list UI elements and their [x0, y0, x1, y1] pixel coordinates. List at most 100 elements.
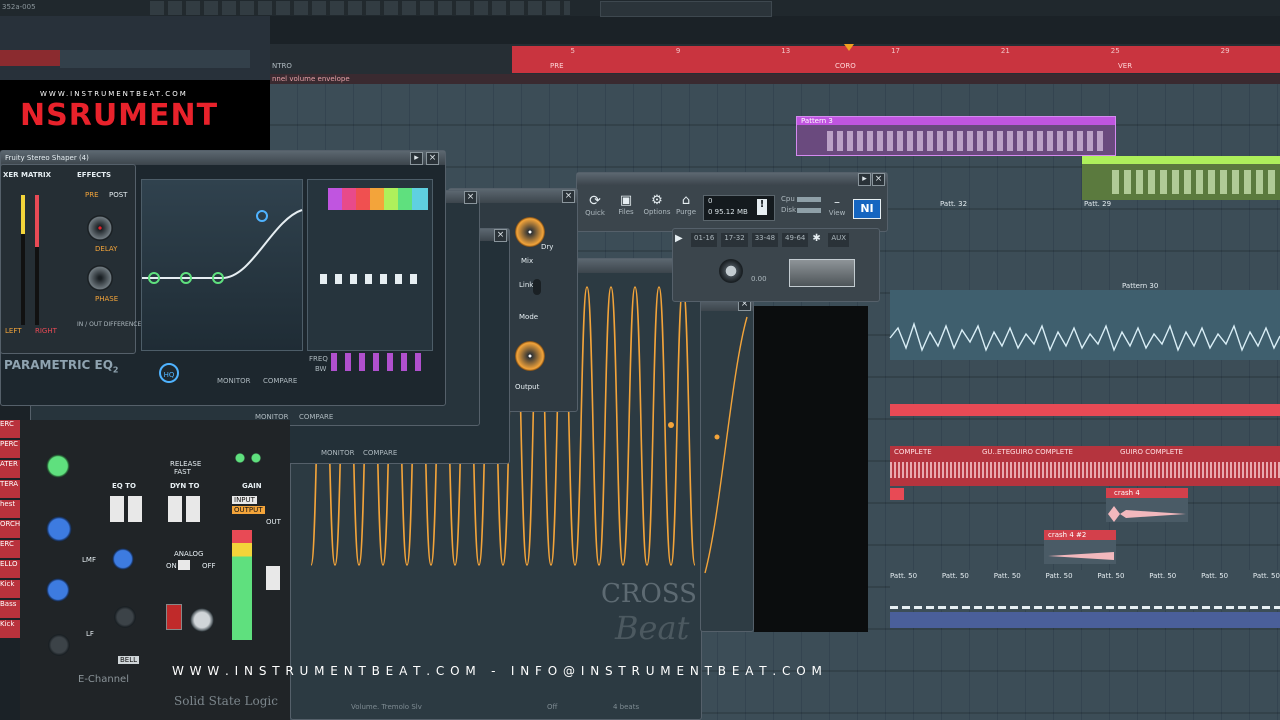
eq-curve [142, 209, 303, 284]
close-button[interactable]: × [562, 190, 575, 203]
options-button[interactable]: ⚙ Options [643, 193, 671, 223]
blue-knob-lf[interactable] [46, 578, 70, 602]
audio-clip-row-complete[interactable]: COMPLETE GU..ETE GUIRO COMPLETE GUIRO CO… [890, 446, 1280, 486]
close-button[interactable]: × [464, 191, 477, 204]
phase-knob[interactable] [87, 265, 113, 291]
audio-clip-row-1[interactable]: Pattern 30 [889, 282, 1280, 360]
side-track[interactable]: ELLO [0, 560, 20, 578]
options-label: Options [643, 208, 671, 216]
dyn-to-buttons[interactable] [168, 496, 200, 522]
side-track[interactable]: ERC [0, 420, 20, 438]
output-label[interactable]: OUTPUT [232, 506, 265, 514]
green-knob[interactable] [46, 454, 70, 478]
link-toggle[interactable] [533, 279, 541, 295]
level-knob[interactable] [719, 259, 743, 283]
files-button[interactable]: ▣ Files [613, 193, 639, 223]
envelope-plugin-window[interactable]: × [700, 296, 754, 632]
ni-badge[interactable]: NI [853, 199, 881, 219]
side-track[interactable]: ERC [0, 540, 20, 558]
side-track[interactable]: PERC [0, 440, 20, 458]
fader[interactable] [266, 566, 280, 590]
browser-item[interactable] [60, 50, 250, 68]
close-button[interactable]: × [494, 229, 507, 242]
small-red-clip[interactable] [890, 488, 904, 500]
red-button[interactable] [166, 604, 182, 630]
pattern-clip-lime[interactable] [1082, 156, 1280, 200]
window-menu-button[interactable]: ▸ [858, 173, 871, 186]
close-button[interactable]: × [872, 173, 885, 186]
synth-plugin-window[interactable]: ▶ 01-16 17-32 33-48 49-64 ✱ AUX 0.00 [672, 228, 880, 302]
blue-knob-lmf[interactable] [112, 548, 134, 570]
eq-to-buttons[interactable] [110, 496, 142, 522]
files-label: Files [618, 208, 634, 216]
eq-name: PARAMETRIC EQ [4, 358, 113, 372]
window-titlebar[interactable] [577, 173, 887, 185]
level-meter [232, 530, 252, 640]
crash-clip-2[interactable]: crash 4 #2 [1044, 530, 1116, 564]
close-button[interactable]: × [426, 152, 439, 165]
output-knob[interactable] [190, 608, 214, 632]
level-display [789, 259, 855, 287]
marker-pre[interactable]: PRE [550, 62, 564, 70]
marker-ver[interactable]: VER [1118, 62, 1132, 70]
range-tabs: ▶ 01-16 17-32 33-48 49-64 ✱ AUX [675, 233, 875, 247]
play-icon[interactable]: ▶ [675, 233, 687, 245]
level-readout: 0.00 [751, 275, 767, 283]
side-track[interactable]: ORCH [0, 520, 20, 538]
clip-patt-29[interactable]: Patt. 29 [1084, 200, 1111, 208]
black-knob-lf[interactable] [48, 634, 70, 656]
hq-button[interactable]: HQ [159, 363, 179, 383]
settings-icon[interactable]: ✱ [812, 233, 824, 245]
analog-toggle[interactable] [178, 560, 190, 570]
synth-black-panel [754, 306, 868, 632]
automation-clip-red[interactable] [890, 404, 1280, 416]
right-slider[interactable] [35, 195, 39, 325]
fl-toolbar-window[interactable]: ▸ × ⟳ Quick ▣ Files ⚙ Options ⌂ Purge 0 … [576, 172, 888, 232]
range-tab[interactable]: 33-48 [751, 233, 779, 247]
freq-knob[interactable] [114, 606, 136, 628]
browser-item[interactable] [0, 50, 60, 66]
pre-label[interactable]: PRE [85, 191, 99, 199]
range-tab[interactable]: 17-32 [721, 233, 748, 247]
tremolo-off-label: Off [547, 703, 558, 711]
pattern-clip-3[interactable]: Pattern 3 [796, 116, 1116, 156]
side-track[interactable]: hest [0, 500, 20, 518]
stereo-shaper-window[interactable]: XER MATRIX EFFECTS PRE POST DELAY PHASE … [0, 164, 141, 354]
input-label[interactable]: INPUT [232, 496, 257, 504]
side-track[interactable]: Bass [0, 600, 20, 618]
tremolo-bottom-label: Volume. Tremolo Slv [351, 703, 422, 711]
left-slider[interactable] [21, 195, 25, 325]
eq-band-handles[interactable] [320, 274, 420, 284]
crash-clip-1[interactable]: crash 4 [1106, 488, 1188, 522]
top-toolbar-buttons[interactable] [150, 1, 570, 15]
blue-automation-lane[interactable] [890, 612, 1280, 628]
side-track[interactable]: TERA [0, 480, 20, 498]
side-track[interactable]: ATER [0, 460, 20, 478]
window-menu-button[interactable]: ▸ [410, 152, 423, 165]
eq-band-knobs[interactable] [331, 353, 427, 371]
eq-graph[interactable] [141, 179, 303, 351]
clip-notes [1112, 170, 1280, 194]
side-track[interactable]: Kick [0, 580, 20, 598]
aux-tab[interactable]: AUX [828, 233, 850, 247]
pattern-row-50[interactable]: Patt. 50 Patt. 50 Patt. 50 Patt. 50 Patt… [890, 570, 1280, 610]
analog-off-label: OFF [202, 562, 216, 570]
clip-patt-32[interactable]: Patt. 32 [940, 200, 967, 208]
view-button[interactable]: – View [827, 195, 847, 221]
purge-button[interactable]: ⌂ Purge [673, 193, 699, 223]
quick-button[interactable]: ⟳ Quick [583, 193, 607, 223]
eq-band-strips[interactable] [307, 179, 433, 351]
output-knob[interactable] [515, 341, 545, 371]
playhead-marker[interactable] [844, 44, 854, 51]
post-label[interactable]: POST [109, 191, 127, 199]
range-tab[interactable]: 49-64 [782, 233, 809, 247]
delay-label: DELAY [95, 245, 118, 253]
delay-knob[interactable] [87, 215, 113, 241]
range-tab[interactable]: 01-16 [691, 233, 718, 247]
side-track[interactable]: Kick [0, 620, 20, 638]
warning-icon[interactable]: ! [757, 199, 767, 215]
marker-coro[interactable]: CORO [835, 62, 856, 70]
blue-knob-hmf[interactable] [46, 516, 72, 542]
counter-readout: 0 [708, 197, 713, 205]
purge-icon: ⌂ [681, 193, 691, 208]
